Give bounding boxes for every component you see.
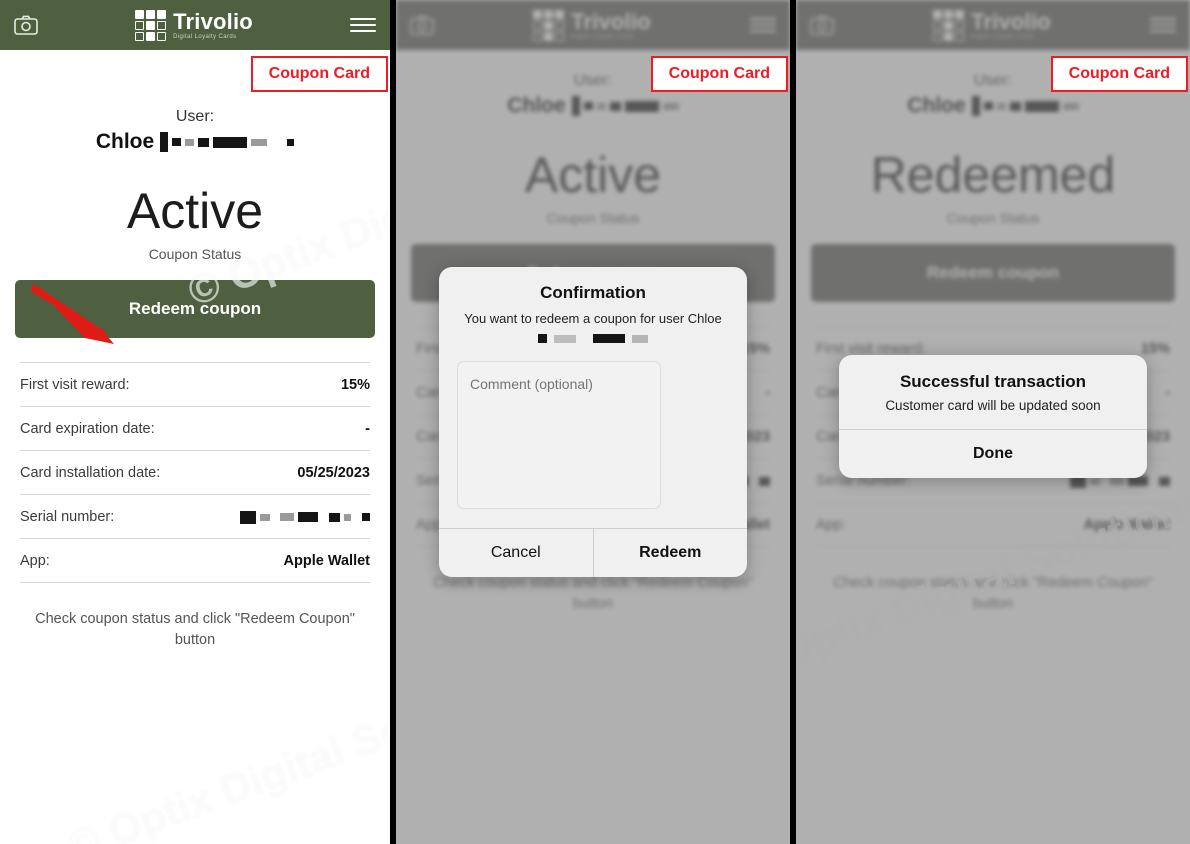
detail-value: 15% xyxy=(340,377,370,393)
dialog-title: Confirmation xyxy=(540,282,646,302)
table-row: App: Apple Wallet xyxy=(20,539,370,583)
table-row: Card installation date: 05/25/2023 xyxy=(20,451,370,495)
instruction-hint: Check coupon status and click "Redeem Co… xyxy=(35,611,355,649)
coupon-card-badge: Coupon Card xyxy=(250,56,388,92)
comment-input[interactable] xyxy=(457,361,661,510)
badge-row: Coupon Card xyxy=(0,50,390,92)
dialog-title: Successful transaction xyxy=(899,372,1087,391)
dialog-message: Customer card will be updated soon xyxy=(885,398,1101,413)
detail-label: Card expiration date: xyxy=(20,421,155,437)
coupon-status-value: Active xyxy=(126,183,264,239)
three-panel-tutorial-screenshot: Trivolio Digital Loyalty Cards Coupon Ca… xyxy=(0,0,1190,844)
cancel-button[interactable]: Cancel xyxy=(439,529,593,577)
panel-active-state: Trivolio Digital Loyalty Cards Coupon Ca… xyxy=(0,0,390,844)
panel-success-dialog: Trivolio Digital Loyalty Cards User: Chl… xyxy=(796,0,1190,844)
detail-value: - xyxy=(365,421,370,437)
confirmation-modal-layer: Confirmation You want to redeem a coupon… xyxy=(396,0,790,844)
user-last-name-redacted xyxy=(160,132,295,152)
dialog-user-redacted xyxy=(453,334,733,344)
detail-label: First visit reward: xyxy=(20,377,130,393)
badge-row-overlay: Coupon Card xyxy=(796,0,1190,92)
redeem-coupon-button[interactable]: Redeem coupon xyxy=(15,280,375,338)
brand-logo: Trivolio Digital Loyalty Cards xyxy=(135,8,253,41)
table-row: Card expiration date: - xyxy=(20,407,370,451)
redeem-confirm-button[interactable]: Redeem xyxy=(592,529,748,578)
user-block: User: Chloe xyxy=(0,108,390,154)
serial-number-redacted xyxy=(240,510,370,524)
coupon-card-badge: Coupon Card xyxy=(650,56,788,92)
success-dialog: Successful transaction Customer card wil… xyxy=(839,355,1147,478)
panel-confirmation-dialog: Trivolio Digital Loyalty Cards User: Chl… xyxy=(396,0,790,844)
status-block: Active Coupon Status xyxy=(0,186,390,262)
success-modal-layer: Successful transaction Customer card wil… xyxy=(796,0,1190,844)
table-row: First visit reward: 15% xyxy=(20,362,370,407)
brand-name: Trivolio xyxy=(173,8,253,34)
hamburger-menu-icon[interactable] xyxy=(350,14,376,36)
detail-value: 05/25/2023 xyxy=(297,465,370,481)
done-button[interactable]: Done xyxy=(839,430,1147,478)
camera-icon[interactable] xyxy=(14,15,38,35)
brand-grid-icon xyxy=(135,9,167,41)
app-header: Trivolio Digital Loyalty Cards xyxy=(0,0,390,50)
detail-value: Apple Wallet xyxy=(283,553,370,569)
coupon-card-badge: Coupon Card xyxy=(1050,56,1188,92)
brand-tagline: Digital Loyalty Cards xyxy=(173,33,237,40)
detail-label: App: xyxy=(20,553,50,569)
coupon-status-caption: Coupon Status xyxy=(148,246,242,262)
detail-label: Serial number: xyxy=(20,509,115,525)
coupon-details-table: First visit reward: 15% Card expiration … xyxy=(20,362,370,583)
badge-row-overlay: Coupon Card xyxy=(396,0,790,92)
dialog-message: You want to redeem a coupon for user Chl… xyxy=(464,310,722,326)
user-label: User: xyxy=(175,108,215,125)
user-first-name: Chloe xyxy=(95,130,155,153)
detail-label: Card installation date: xyxy=(20,465,161,481)
table-row: Serial number: xyxy=(20,495,370,539)
confirmation-dialog: Confirmation You want to redeem a coupon… xyxy=(439,266,748,578)
